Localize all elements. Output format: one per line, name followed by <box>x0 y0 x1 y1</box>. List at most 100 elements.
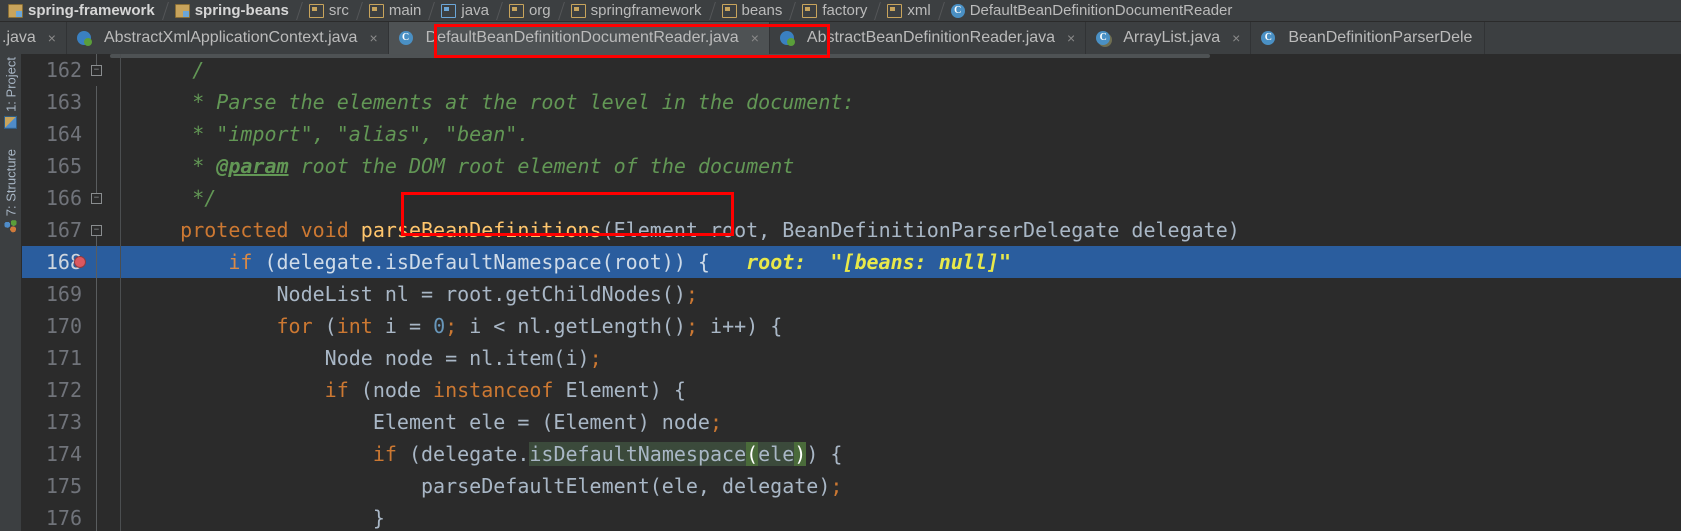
code-line[interactable]: 169 NodeList nl = root.getChildNodes(); <box>22 278 1681 310</box>
breadcrumb-item-spring-framework[interactable]: spring-framework <box>4 0 161 21</box>
breadcrumb-item-factory[interactable]: factory <box>798 0 873 21</box>
code-line-text[interactable]: NodeList nl = root.getChildNodes(); <box>132 278 1681 310</box>
close-icon[interactable]: × <box>48 30 56 46</box>
code-line[interactable]: 176 } <box>22 502 1681 531</box>
code-line-text[interactable]: if (node instanceof Element) { <box>132 374 1681 406</box>
tab-label: ArrayList.java <box>1123 29 1221 46</box>
breadcrumb-item-java[interactable]: java <box>437 0 495 21</box>
code-folding-gutter[interactable] <box>88 118 106 150</box>
code-folding-gutter[interactable] <box>88 438 106 470</box>
code-line[interactable]: 165 * @param root the DOM root element o… <box>22 150 1681 182</box>
breadcrumb-item-label: xml <box>907 2 931 19</box>
code-token: Element ele = (Element) node <box>132 410 710 434</box>
tool-window-button-structure[interactable]: 7: Structure <box>0 146 22 236</box>
code-token: isDefaultNamespace <box>529 442 747 466</box>
code-folding-gutter[interactable] <box>88 502 106 531</box>
line-number: 176 <box>45 506 82 530</box>
code-folding-gutter[interactable]: − <box>88 182 106 214</box>
code-token: ele <box>758 442 795 466</box>
code-line-text[interactable]: } <box>132 502 1681 531</box>
code-folding-gutter[interactable]: − <box>88 54 106 86</box>
code-folding-gutter[interactable] <box>88 246 106 278</box>
code-line[interactable]: 168 if (delegate.isDefaultNamespace(root… <box>22 246 1681 278</box>
code-folding-gutter[interactable] <box>88 374 106 406</box>
code-folding-gutter[interactable] <box>88 86 106 118</box>
indent-guides <box>106 246 132 278</box>
code-line-text[interactable]: Element ele = (Element) node; <box>132 406 1681 438</box>
close-icon[interactable]: × <box>369 30 377 46</box>
tab-abstractxmlapplicationcontext[interactable]: AbstractXmlApplicationContext.java × <box>67 22 389 54</box>
code-folding-gutter[interactable] <box>88 406 106 438</box>
code-line-text[interactable]: for (int i = 0; i < nl.getLength(); i++)… <box>132 310 1681 342</box>
ide-window: spring-framework spring-beans src main j… <box>0 0 1681 531</box>
code-folding-gutter[interactable] <box>88 278 106 310</box>
code-line-text[interactable]: if (delegate.isDefaultNamespace(ele)) { <box>132 438 1681 470</box>
tab-abstractbeandefinitionreader[interactable]: AbstractBeanDefinitionReader.java × <box>770 22 1087 54</box>
breadcrumb-item-org[interactable]: org <box>505 0 557 21</box>
code-line[interactable]: 162− / <box>22 54 1681 86</box>
code-folding-gutter[interactable] <box>88 342 106 374</box>
close-icon[interactable]: × <box>1232 30 1240 46</box>
folder-icon <box>508 3 524 18</box>
code-line-text[interactable]: / <box>132 54 1681 86</box>
code-line-text[interactable]: protected void parseBeanDefinitions(Elem… <box>132 214 1681 246</box>
breadcrumb-item-xml[interactable]: xml <box>883 0 936 21</box>
code-line[interactable]: 172 if (node instanceof Element) { <box>22 374 1681 406</box>
breadcrumb-item-label: java <box>461 2 489 19</box>
code-line-text[interactable]: Node node = nl.item(i); <box>132 342 1681 374</box>
folder-icon <box>570 3 586 18</box>
breadcrumb-item-main[interactable]: main <box>365 0 428 21</box>
code-folding-gutter[interactable] <box>88 310 106 342</box>
tab-beandefinitionparserdelegate[interactable]: C BeanDefinitionParserDele <box>1251 22 1486 54</box>
code-line[interactable]: 173 Element ele = (Element) node; <box>22 406 1681 438</box>
tab-arraylist[interactable]: C ArrayList.java × <box>1086 22 1252 54</box>
close-icon[interactable]: × <box>751 30 759 46</box>
breadcrumb-separator <box>295 0 305 21</box>
close-icon[interactable]: × <box>1067 30 1075 46</box>
fold-toggle-icon[interactable]: − <box>91 225 102 236</box>
breakpoint-icon[interactable] <box>74 256 86 268</box>
code-token: i++) { <box>697 314 783 338</box>
code-token: * "import", "alias", "bean". <box>132 122 530 146</box>
code-line[interactable]: 167− protected void parseBeanDefinitions… <box>22 214 1681 246</box>
code-line-text[interactable]: parseDefaultElement(ele, delegate); <box>132 470 1681 502</box>
tool-window-button-project[interactable]: 1: Project <box>0 54 22 132</box>
code-token: (delegate. <box>408 442 530 466</box>
tab-defaultbeandefinitiondocumentreader[interactable]: C DefaultBeanDefinitionDocumentReader.ja… <box>388 22 770 54</box>
code-line-text[interactable]: * Parse the elements at the root level i… <box>132 86 1681 118</box>
code-token: i = <box>384 314 434 338</box>
code-folding-gutter[interactable] <box>88 470 106 502</box>
breadcrumb-item-spring-beans[interactable]: spring-beans <box>171 0 295 21</box>
code-line-text[interactable]: * @param root the DOM root element of th… <box>132 150 1681 182</box>
code-line-text[interactable]: * "import", "alias", "bean". <box>132 118 1681 150</box>
code-line[interactable]: 175 parseDefaultElement(ele, delegate); <box>22 470 1681 502</box>
code-token: if <box>228 250 265 274</box>
code-editor[interactable]: 162− /163 * Parse the elements at the ro… <box>22 54 1681 531</box>
code-line[interactable]: 164 * "import", "alias", "bean". <box>22 118 1681 150</box>
tab-label: .java <box>2 29 36 46</box>
code-folding-gutter[interactable]: − <box>88 214 106 246</box>
fold-toggle-icon[interactable]: − <box>91 65 102 76</box>
code-lines-container: 162− /163 * Parse the elements at the ro… <box>22 54 1681 531</box>
breadcrumb-item-class[interactable]: C DefaultBeanDefinitionDocumentReader <box>947 0 1239 21</box>
code-line[interactable]: 163 * Parse the elements at the root lev… <box>22 86 1681 118</box>
breadcrumb-item-beans[interactable]: beans <box>718 0 789 21</box>
breadcrumb-item-springframework[interactable]: springframework <box>567 0 708 21</box>
breadcrumb-item-src[interactable]: src <box>305 0 355 21</box>
code-line-text[interactable]: */ <box>132 182 1681 214</box>
code-token: (Element root, BeanDefinitionParserDeleg… <box>601 218 1240 242</box>
code-line[interactable]: 170 for (int i = 0; i < nl.getLength(); … <box>22 310 1681 342</box>
class-icon: C <box>398 31 413 45</box>
tab-java-truncated[interactable]: .java × <box>0 22 67 54</box>
code-token: root the DOM root element of the documen… <box>288 154 795 178</box>
code-folding-gutter[interactable] <box>88 150 106 182</box>
fold-toggle-icon[interactable]: − <box>91 193 102 204</box>
code-line[interactable]: 166− */ <box>22 182 1681 214</box>
code-line[interactable]: 171 Node node = nl.item(i); <box>22 342 1681 374</box>
breadcrumb-separator <box>937 0 947 21</box>
code-line[interactable]: 174 if (delegate.isDefaultNamespace(ele)… <box>22 438 1681 470</box>
code-line-text[interactable]: if (delegate.isDefaultNamespace(root)) {… <box>132 246 1681 278</box>
